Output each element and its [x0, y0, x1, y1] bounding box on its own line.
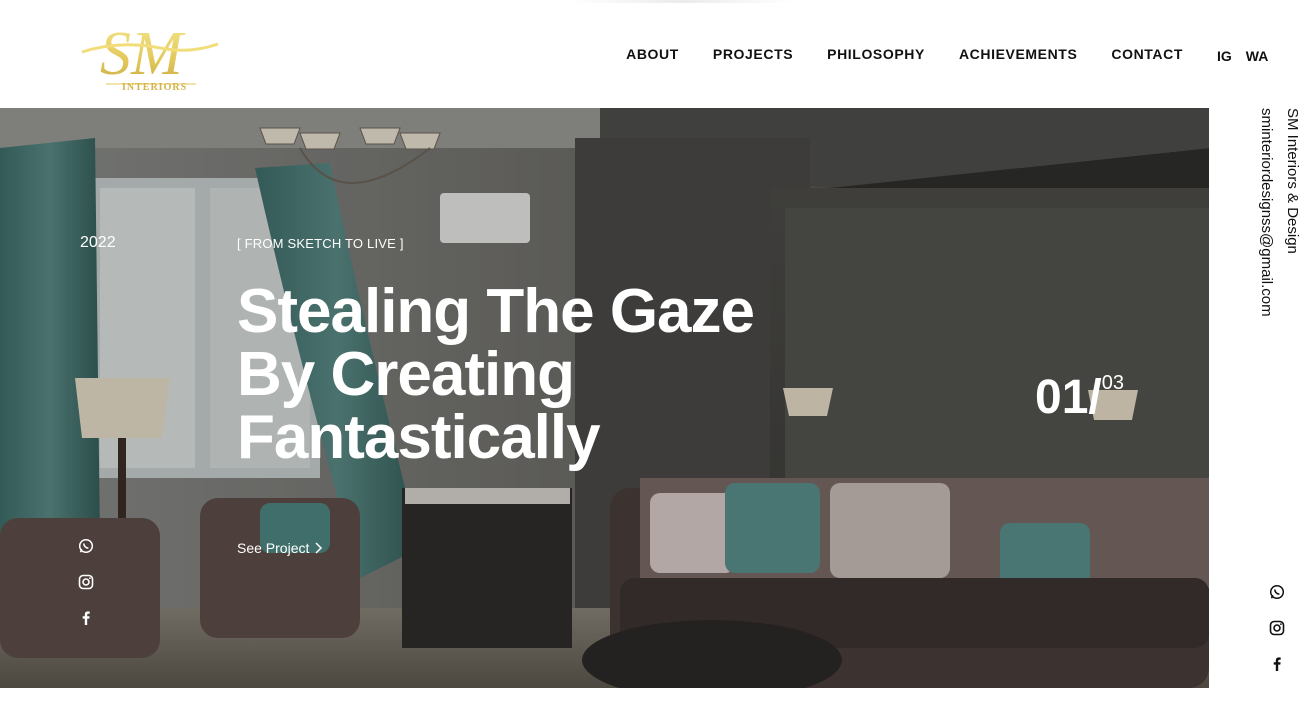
- main-nav: ABOUT PROJECTS PHILOSOPHY ACHIEVEMENTS C…: [626, 46, 1183, 62]
- hero-headline-line: Stealing The Gaze: [237, 277, 755, 346]
- hero-headline: Stealing The Gaze By Creating Fantastica…: [237, 280, 797, 469]
- header-social: IG WA: [1217, 48, 1268, 64]
- slide-counter-total: 03: [1101, 372, 1124, 394]
- whatsapp-icon[interactable]: [78, 538, 96, 556]
- instagram-icon[interactable]: [78, 574, 96, 592]
- facebook-icon[interactable]: [78, 610, 96, 628]
- logo-icon: SM INTERIORS: [81, 20, 219, 93]
- nav-philosophy[interactable]: PHILOSOPHY: [827, 46, 925, 62]
- nav-contact[interactable]: CONTACT: [1111, 46, 1183, 62]
- nav-about[interactable]: ABOUT: [626, 46, 679, 62]
- page: SM INTERIORS ABOUT PROJECTS PHILOSOPHY A…: [0, 0, 1315, 718]
- nav-instagram-link[interactable]: IG: [1217, 48, 1232, 64]
- see-project-link[interactable]: See Project: [237, 540, 323, 556]
- header-shadow: [570, 0, 795, 3]
- hero-headline-line: By Creating: [237, 340, 575, 409]
- nav-projects[interactable]: PROJECTS: [713, 46, 793, 62]
- hero-headline-line: Fantastically: [237, 403, 601, 472]
- hero-year: 2022: [80, 234, 116, 251]
- instagram-icon[interactable]: [1269, 620, 1287, 638]
- hero-social-links: [78, 538, 96, 628]
- chevron-right-icon: [315, 542, 323, 554]
- nav-whatsapp-link[interactable]: WA: [1246, 48, 1269, 64]
- side-social-links: [1269, 584, 1287, 674]
- hero-tagline: [ FROM SKETCH TO LIVE ]: [237, 236, 404, 251]
- facebook-icon[interactable]: [1269, 656, 1287, 674]
- slide-counter-current: 01/: [1035, 371, 1102, 424]
- logo-letters: SM: [100, 20, 186, 88]
- logo-subtitle: INTERIORS: [122, 82, 187, 92]
- side-company-name: SM Interiors & Design: [1284, 108, 1301, 254]
- site-header: SM INTERIORS ABOUT PROJECTS PHILOSOPHY A…: [0, 0, 1315, 108]
- brand-logo[interactable]: SM INTERIORS: [80, 14, 222, 93]
- side-contact-info: SM Interiors & Design sminteriordesignss…: [1254, 108, 1304, 338]
- hero-slider: 2022 [ FROM SKETCH TO LIVE ] Stealing Th…: [0, 108, 1209, 688]
- side-email[interactable]: sminteriordesignss@gmail.com: [1258, 108, 1275, 317]
- see-project-label: See Project: [237, 540, 310, 556]
- nav-achievements[interactable]: ACHIEVEMENTS: [959, 46, 1077, 62]
- slide-counter: 01/03: [1035, 370, 1124, 425]
- whatsapp-icon[interactable]: [1269, 584, 1287, 602]
